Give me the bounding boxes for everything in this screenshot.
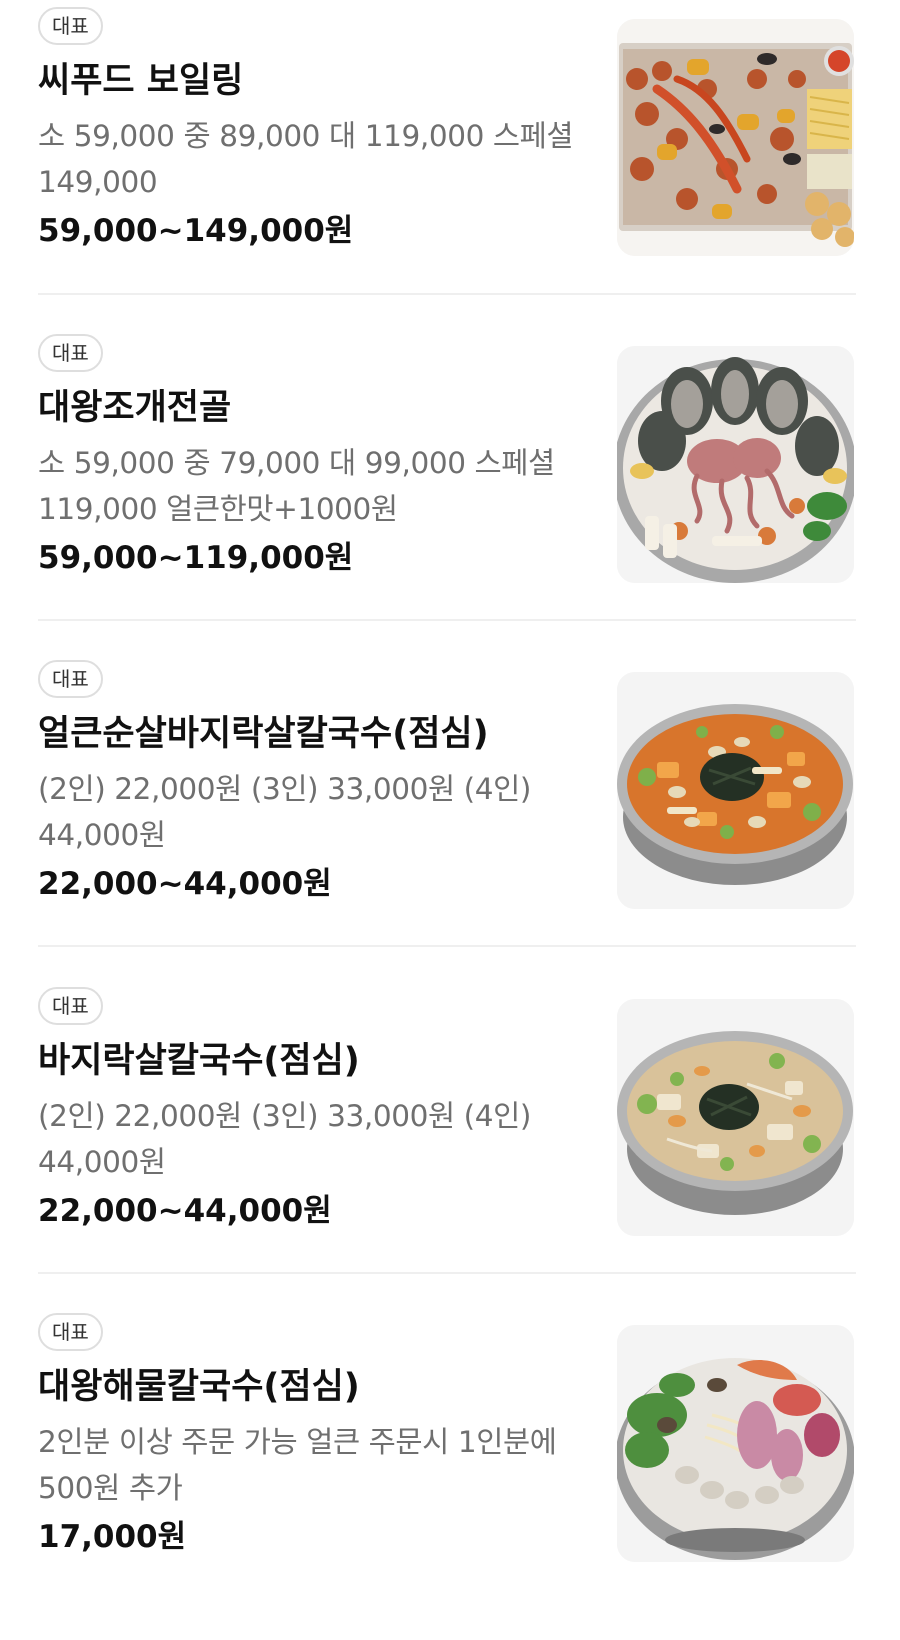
menu-item-price: 22,000~44,000원 — [38, 866, 332, 902]
menu-item-description: (2인) 22,000원 (3인) 33,000원 (4인) 44,000원 — [38, 772, 532, 852]
menu-item-photo[interactable] — [617, 672, 854, 909]
seafood-boil-platter-image — [617, 19, 854, 256]
menu-item-title: 씨푸드 보일링 — [38, 61, 244, 101]
menu-item-title: 바지락살칼국수(점심) — [38, 1041, 360, 1081]
divider — [38, 293, 856, 295]
menu-item-photo[interactable] — [617, 1325, 854, 1562]
menu-item-clam-noodle[interactable]: 대표 바지락살칼국수(점심) (2인) 22,000원 (3인) 33,000원… — [0, 987, 900, 1314]
menu-item-giant-seafood-noodle[interactable]: 대표 대왕해물칼국수(점심) 2인분 이상 주문 가능 얼큰 주문시 1인분에 … — [0, 1313, 900, 1640]
divider — [38, 1272, 856, 1274]
menu-item-photo[interactable] — [617, 346, 854, 583]
menu-item-description: 소 59,000 중 79,000 대 99,000 스페셜 119,000 얼… — [38, 446, 555, 526]
menu-item-seafood-boiling[interactable]: 대표 씨푸드 보일링 소 59,000 중 89,000 대 119,000 스… — [0, 7, 900, 334]
signature-badge: 대표 — [38, 987, 103, 1025]
menu-item-price: 59,000~149,000원 — [38, 213, 354, 249]
menu-item-photo[interactable] — [617, 19, 854, 256]
menu-item-title: 대왕해물칼국수(점심) — [38, 1367, 360, 1407]
divider — [38, 619, 856, 621]
menu-item-spicy-clam-noodle[interactable]: 대표 얼큰순살바지락살칼국수(점심) (2인) 22,000원 (3인) 33,… — [0, 660, 900, 987]
signature-badge: 대표 — [38, 1313, 103, 1351]
menu-item-description: (2인) 22,000원 (3인) 33,000원 (4인) 44,000원 — [38, 1099, 532, 1179]
signature-badge: 대표 — [38, 660, 103, 698]
menu-item-title: 대왕조개전골 — [38, 388, 232, 428]
menu-item-photo[interactable] — [617, 999, 854, 1236]
signature-badge: 대표 — [38, 7, 103, 45]
menu-item-title: 얼큰순살바지락살칼국수(점심) — [38, 714, 489, 754]
menu-item-description: 2인분 이상 주문 가능 얼큰 주문시 1인분에 500원 추가 — [38, 1425, 557, 1505]
giant-seafood-noodle-soup-image — [617, 1325, 854, 1562]
spicy-clam-noodle-soup-image — [617, 672, 854, 909]
giant-clam-hotpot-image — [617, 346, 854, 583]
clam-noodle-soup-image — [617, 999, 854, 1236]
menu-item-price: 17,000원 — [38, 1519, 187, 1555]
menu-item-giant-clam-hotpot[interactable]: 대표 대왕조개전골 소 59,000 중 79,000 대 99,000 스페셜… — [0, 334, 900, 661]
signature-badge: 대표 — [38, 334, 103, 372]
menu-item-price: 22,000~44,000원 — [38, 1193, 332, 1229]
menu-item-price: 59,000~119,000원 — [38, 540, 354, 576]
menu-item-description: 소 59,000 중 89,000 대 119,000 스페셜 149,000 — [38, 119, 574, 199]
divider — [38, 945, 856, 947]
